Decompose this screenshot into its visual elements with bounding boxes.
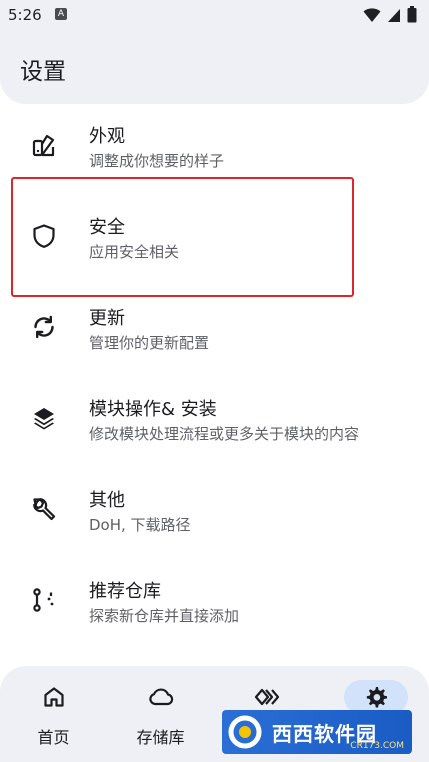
home-icon (22, 680, 86, 714)
battery-icon (407, 6, 417, 23)
nav-label: 存储库 (136, 728, 185, 747)
layers-icon (28, 402, 60, 434)
nav-item-home[interactable]: 首页 (0, 666, 107, 762)
settings-item-title: 更新 (89, 308, 125, 329)
settings-item-subtitle: 修改模块处理流程或更多关于模块的内容 (89, 425, 360, 443)
palette-icon (28, 129, 60, 161)
status-time: 5:26 (8, 6, 42, 24)
watermark-logo: 西西软件园 CR173.COM (222, 710, 412, 754)
settings-item-update[interactable]: 更新 管理你的更新配置 (0, 286, 429, 376)
settings-item-subtitle: 管理你的更新配置 (89, 334, 210, 352)
watermark-mark-icon (224, 712, 270, 752)
top-app-bar: 设置 (0, 30, 429, 104)
settings-item-title: 其他 (89, 490, 125, 511)
branch-icon (28, 584, 60, 616)
status-icons (363, 6, 417, 23)
status-bar: 5:26 A (0, 0, 429, 30)
notification-icon: A (55, 8, 67, 20)
settings-item-subtitle: 调整成你想要的样子 (89, 152, 225, 170)
signal-icon (388, 8, 400, 22)
settings-item-title: 模块操作& 安装 (89, 399, 217, 420)
settings-item-modules[interactable]: 模块操作& 安装 修改模块处理流程或更多关于模块的内容 (0, 377, 429, 467)
settings-item-other[interactable]: 其他 DoH, 下载路径 (0, 468, 429, 558)
page-title: 设置 (20, 59, 66, 85)
nav-item-repo[interactable]: 存储库 (107, 666, 214, 762)
wifi-icon (363, 7, 381, 22)
watermark-small-text: CR173.COM (350, 741, 404, 751)
nav-label: 首页 (37, 728, 70, 747)
settings-item-subtitle: DoH, 下载路径 (89, 516, 191, 534)
settings-item-title: 推荐仓库 (89, 581, 161, 602)
highlight-box (11, 177, 354, 297)
modules-icon (236, 680, 300, 714)
settings-item-title: 外观 (89, 126, 125, 147)
gear-icon (343, 680, 408, 714)
cloud-icon (129, 680, 193, 714)
wrench-icon (28, 493, 60, 525)
sync-icon (28, 311, 60, 343)
settings-item-subtitle: 探索新仓库并直接添加 (89, 607, 240, 625)
settings-item-repos[interactable]: 推荐仓库 探索新仓库并直接添加 (0, 559, 429, 649)
